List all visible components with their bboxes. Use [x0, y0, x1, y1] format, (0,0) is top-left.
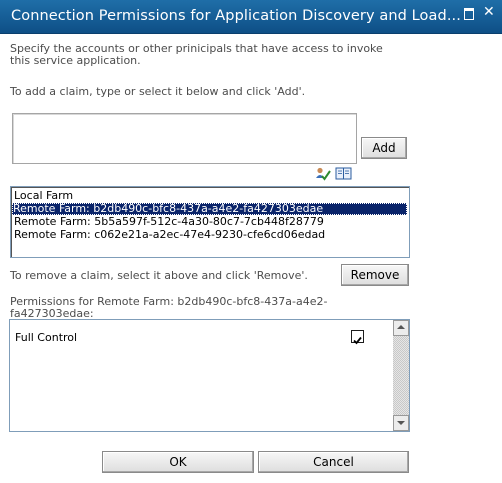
add-hint: To add a claim, type or select it below …: [10, 85, 306, 98]
dialog-title: Connection Permissions for Application D…: [11, 8, 461, 24]
claim-item[interactable]: Remote Farm: c062e21a-a2ec-47e4-9230-cfe…: [13, 229, 325, 241]
check-names-icon[interactable]: [315, 167, 331, 181]
scroll-up-button[interactable]: [393, 320, 409, 336]
address-book-icon[interactable]: [335, 167, 352, 180]
close-icon[interactable]: ✕: [483, 5, 495, 19]
maximize-icon[interactable]: [464, 8, 474, 20]
checkmark-icon: [353, 336, 362, 345]
remove-button[interactable]: Remove: [341, 264, 409, 286]
add-button[interactable]: Add: [361, 137, 407, 159]
dialog-titlebar: Connection Permissions for Application D…: [0, 0, 502, 34]
claim-item[interactable]: Remote Farm: 5b5a597f-512c-4a30-80c7-7cb…: [13, 216, 324, 228]
claims-listbox[interactable]: Local Farm Remote Farm: b2db490c-bfc8-43…: [10, 186, 410, 258]
permissions-list: Full Control: [9, 319, 410, 432]
ok-button[interactable]: OK: [102, 451, 254, 473]
instruction-line-2: this service application.: [10, 54, 141, 67]
permission-label: Full Control: [15, 331, 78, 344]
claim-item-local-farm[interactable]: Local Farm: [13, 190, 73, 202]
arrow-down-icon: [397, 421, 405, 425]
remove-hint: To remove a claim, select it above and c…: [10, 269, 308, 282]
claim-input[interactable]: [12, 113, 357, 164]
scroll-down-button[interactable]: [393, 415, 409, 431]
arrow-up-icon: [397, 325, 405, 329]
claim-item-selected[interactable]: Remote Farm: b2db490c-bfc8-437a-a4e2-fa4…: [12, 203, 407, 215]
cancel-button[interactable]: Cancel: [258, 451, 409, 473]
permissions-scrollbar[interactable]: [393, 320, 409, 431]
full-control-checkbox[interactable]: [351, 330, 364, 345]
